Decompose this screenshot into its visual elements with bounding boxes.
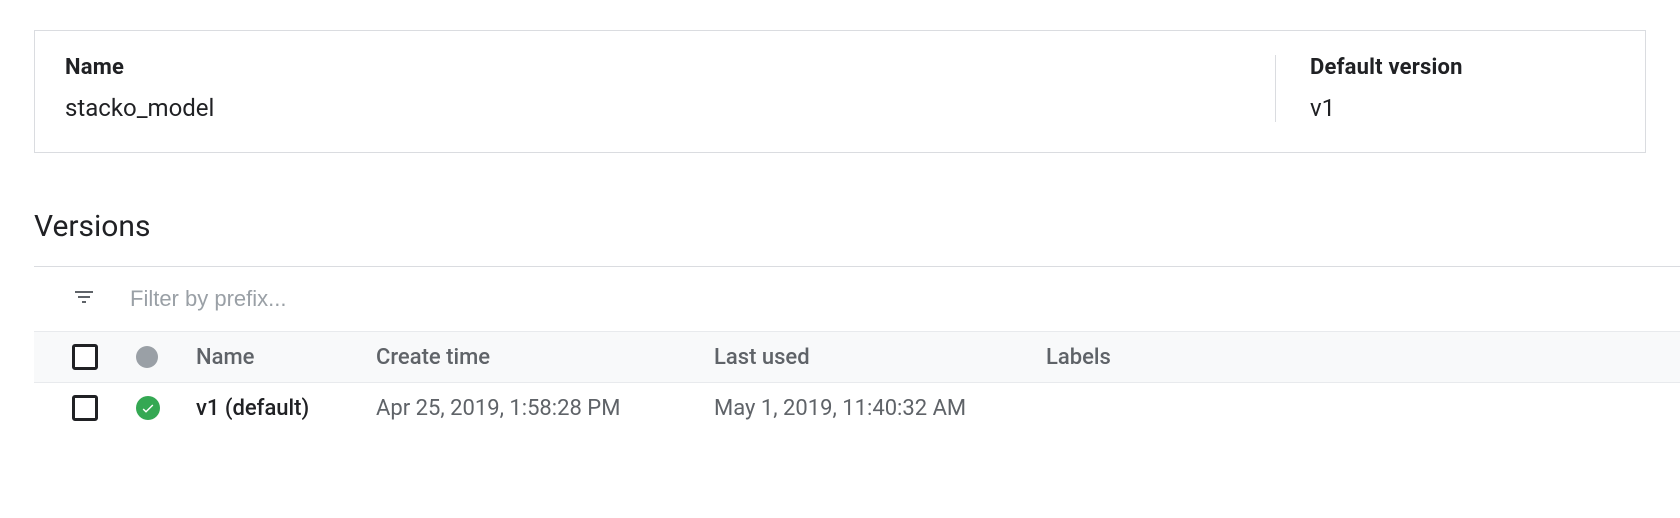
filter-row xyxy=(0,267,1680,331)
row-status-cell xyxy=(136,396,196,420)
row-last-used: May 1, 2019, 11:40:32 AM xyxy=(714,396,1046,421)
info-name-value: stacko_model xyxy=(65,94,1275,122)
header-last-used: Last used xyxy=(714,345,1046,370)
row-name[interactable]: v1 (default) xyxy=(196,396,376,421)
versions-heading: Versions xyxy=(34,209,1680,244)
info-default-column: Default version v1 xyxy=(1275,55,1615,122)
status-ready-icon xyxy=(136,396,160,420)
info-default-value: v1 xyxy=(1310,94,1615,122)
info-name-column: Name stacko_model xyxy=(65,55,1275,122)
header-checkbox-cell xyxy=(34,344,136,370)
filter-icon[interactable] xyxy=(72,285,96,313)
info-default-label: Default version xyxy=(1310,55,1615,80)
header-labels: Labels xyxy=(1046,345,1680,370)
row-checkbox[interactable] xyxy=(72,395,98,421)
versions-table: Name Create time Last used Labels v1 (de… xyxy=(34,331,1680,433)
status-indicator-icon xyxy=(136,346,158,368)
info-name-label: Name xyxy=(65,55,1275,80)
header-status-cell xyxy=(136,346,196,368)
row-checkbox-cell xyxy=(34,395,136,421)
header-create-time: Create time xyxy=(376,345,714,370)
row-create-time: Apr 25, 2019, 1:58:28 PM xyxy=(376,396,714,421)
table-header-row: Name Create time Last used Labels xyxy=(34,331,1680,383)
table-row[interactable]: v1 (default) Apr 25, 2019, 1:58:28 PM Ma… xyxy=(34,383,1680,433)
header-name: Name xyxy=(196,345,376,370)
select-all-checkbox[interactable] xyxy=(72,344,98,370)
model-info-card: Name stacko_model Default version v1 xyxy=(34,30,1646,153)
filter-input[interactable] xyxy=(130,286,418,312)
